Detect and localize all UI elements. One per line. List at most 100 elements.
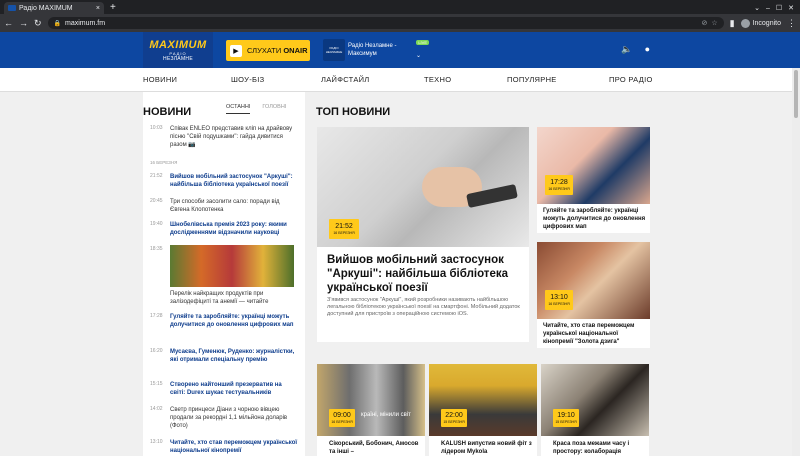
news-headline: Три способи засолити сало: поради від Єв… [170, 199, 280, 213]
bottom-card-headline: Краса поза межами часу і простору: колаб… [553, 441, 630, 455]
news-headline: Шнобелівська премія 2023 року: якими дос… [170, 222, 287, 236]
close-window-icon[interactable]: ✕ [788, 4, 794, 12]
favicon-icon [8, 5, 16, 11]
tab-main[interactable]: ГОЛОВНІ [262, 104, 286, 114]
news-time: 17:28 [150, 313, 163, 319]
user-icon[interactable]: ● [645, 44, 650, 55]
station-cover: РАДІО НЕЗЛАМНЕ [323, 39, 345, 61]
nav-item-lifestyle[interactable]: ЛАЙФСТАЙЛ [321, 75, 424, 84]
time-stamp: 17:28 16 БЕРЕЗНЯ [545, 175, 573, 195]
browser-toolbar: ← → ↻ 🔒 maximum.fm ⊘ ☆ ▮ Incognito ⋮ [0, 14, 800, 32]
top-news-main-summary: З'явився застосунок "Аркуші", який розро… [327, 297, 520, 317]
news-time: 18:35 [150, 246, 163, 252]
stamp-time: 19:10 [557, 412, 575, 419]
news-time: 21:52 [150, 173, 163, 179]
forward-icon[interactable]: → [19, 18, 28, 28]
top-news-side-card[interactable]: 13:10 16 БЕРЕЗНЯ Читайте, хто став перем… [537, 242, 650, 348]
back-icon[interactable]: ← [4, 18, 13, 28]
stamp-date: 16 БЕРЕЗНЯ [333, 231, 355, 235]
stamp-date: 15 БЕРЕЗНЯ [555, 420, 577, 424]
side-panel-icon[interactable]: ▮ [730, 18, 735, 29]
logo-tag: НЕЗЛАМНЕ [163, 55, 193, 62]
bottom-card-image: 09:00 16 БЕРЕЗНЯ країні, мінили світ [317, 364, 425, 436]
url-text: maximum.fm [65, 19, 106, 27]
site-logo[interactable]: MAXIMUM РАДІО НЕЗЛАМНЕ [143, 32, 213, 68]
bottom-card-image: 22:00 15 БЕРЕЗНЯ [429, 364, 537, 436]
nav-item-showbiz[interactable]: ШОУ-БІЗ [231, 75, 321, 84]
news-time: 20:45 [150, 198, 163, 204]
side-card-image: 13:10 16 БЕРЕЗНЯ [537, 242, 650, 319]
live-badge: LIVE [416, 40, 429, 45]
stamp-time: 17:28 [550, 179, 568, 186]
bottom-news-card[interactable]: 19:10 15 БЕРЕЗНЯ Краса поза межами часу … [541, 364, 649, 456]
time-stamp: 21:52 16 БЕРЕЗНЯ [329, 219, 359, 239]
time-stamp: 19:10 15 БЕРЕЗНЯ [553, 409, 579, 427]
site-header: MAXIMUM РАДІО НЕЗЛАМНЕ ▶ СЛУХАТИ ONAIR Р… [0, 32, 800, 68]
address-bar[interactable]: 🔒 maximum.fm ⊘ ☆ [47, 17, 724, 29]
browser-tab[interactable]: Радіо MAXIMUM × [4, 2, 104, 14]
news-time: 14:02 [150, 406, 163, 412]
top-news-side-card[interactable]: 17:28 16 БЕРЕЗНЯ Гуляйте та заробляйте: … [537, 127, 650, 233]
news-headline: Перелік найкращих продуктів при залізоде… [170, 291, 269, 305]
chevron-down-icon[interactable]: ⌄ [416, 52, 421, 59]
news-headline: Гуляйте та заробляйте: українці можуть д… [170, 314, 294, 328]
news-image[interactable] [170, 245, 294, 287]
browser-tab-strip: Радіо MAXIMUM × + ⌄ – ☐ ✕ [0, 0, 800, 14]
listen-onair-button[interactable]: ▶ СЛУХАТИ ONAIR [226, 40, 310, 61]
side-card-headline: Гуляйте та заробляйте: українці можуть д… [543, 208, 646, 230]
bottom-news-card[interactable]: 09:00 16 БЕРЕЗНЯ країні, мінили світ Сік… [317, 364, 425, 456]
listen-label: СЛУХАТИ ONAIR [247, 46, 308, 55]
scrollbar-thumb[interactable] [794, 70, 798, 118]
stamp-time: 13:10 [550, 294, 568, 301]
volume-icon[interactable]: 🔈 [621, 44, 632, 55]
window-controls: ⌄ – ☐ ✕ [754, 2, 800, 14]
incognito-hide-icon[interactable]: ⊘ [701, 19, 707, 27]
stamp-date: 16 БЕРЕЗНЯ [548, 302, 570, 306]
side-card-image: 17:28 16 БЕРЕЗНЯ [537, 127, 650, 204]
stamp-date: 16 БЕРЕЗНЯ [548, 187, 570, 191]
reload-icon[interactable]: ↻ [34, 18, 42, 29]
news-headline: Светр принцеси Діани з чорною вівцею про… [170, 407, 288, 429]
now-playing[interactable]: РАДІО НЕЗЛАМНЕ Радіо Незламне - Максимум… [323, 38, 433, 62]
logo-main: MAXIMUM [149, 38, 207, 51]
tab-search-icon[interactable]: ⌄ [754, 4, 760, 12]
nav-item-techno[interactable]: ТЕХНО [424, 75, 507, 84]
play-icon: ▶ [230, 44, 242, 57]
news-time: 10:03 [150, 125, 163, 131]
news-section-title: НОВИНИ [143, 106, 192, 118]
stamp-time: 22:00 [445, 412, 463, 419]
stamp-date: 16 БЕРЕЗНЯ [331, 420, 353, 424]
time-stamp: 13:10 16 БЕРЕЗНЯ [545, 290, 573, 310]
top-news-main-image: 21:52 16 БЕРЕЗНЯ [317, 127, 529, 247]
incognito-indicator[interactable]: Incognito [740, 18, 781, 28]
bottom-news-card[interactable]: 22:00 15 БЕРЕЗНЯ KALUSH випустив новий ф… [429, 364, 537, 456]
news-time: 19:40 [150, 221, 163, 227]
incognito-avatar-icon [740, 18, 750, 28]
news-headline: Співак ENLEO представив кліп на драйвову… [170, 126, 293, 148]
news-headline: Створено найтонший презерватив на світі:… [170, 382, 282, 396]
maximize-icon[interactable]: ☐ [776, 4, 782, 12]
new-tab-button[interactable]: + [110, 2, 116, 14]
top-news-main-card[interactable]: 21:52 16 БЕРЕЗНЯ Вийшов мобільний застос… [317, 127, 529, 342]
lock-icon: 🔒 [53, 20, 62, 27]
nav-item-news[interactable]: НОВИНИ [143, 75, 231, 84]
minimize-icon[interactable]: – [766, 5, 770, 12]
bottom-card-image: 19:10 15 БЕРЕЗНЯ [541, 364, 649, 436]
news-time: 15:15 [150, 381, 163, 387]
bookmark-icon[interactable]: ☆ [711, 19, 717, 27]
tab-latest[interactable]: ОСТАННІ [226, 104, 251, 114]
stamp-time: 21:52 [335, 223, 353, 230]
incognito-label: Incognito [752, 19, 781, 27]
page-scrollbar[interactable] [792, 68, 800, 456]
nav-item-about[interactable]: ПРО РАДІО [609, 75, 653, 84]
menu-icon[interactable]: ⋮ [787, 18, 796, 29]
main-nav: НОВИНИ ШОУ-БІЗ ЛАЙФСТАЙЛ ТЕХНО ПОПУЛЯРНЕ… [0, 68, 800, 92]
stamp-time: 09:00 [333, 412, 351, 419]
bottom-card-headline: KALUSH випустив новий фіт з лідером Myko… [441, 441, 532, 455]
news-tabs: ОСТАННІ ГОЛОВНІ [226, 104, 286, 114]
nav-item-popular[interactable]: ПОПУЛЯРНЕ [507, 75, 609, 84]
news-time: 13:10 [150, 439, 163, 445]
close-tab-icon[interactable]: × [96, 5, 100, 12]
news-time: 16:20 [150, 348, 163, 354]
side-card-headline: Читайте, хто став переможцем української… [543, 323, 635, 345]
